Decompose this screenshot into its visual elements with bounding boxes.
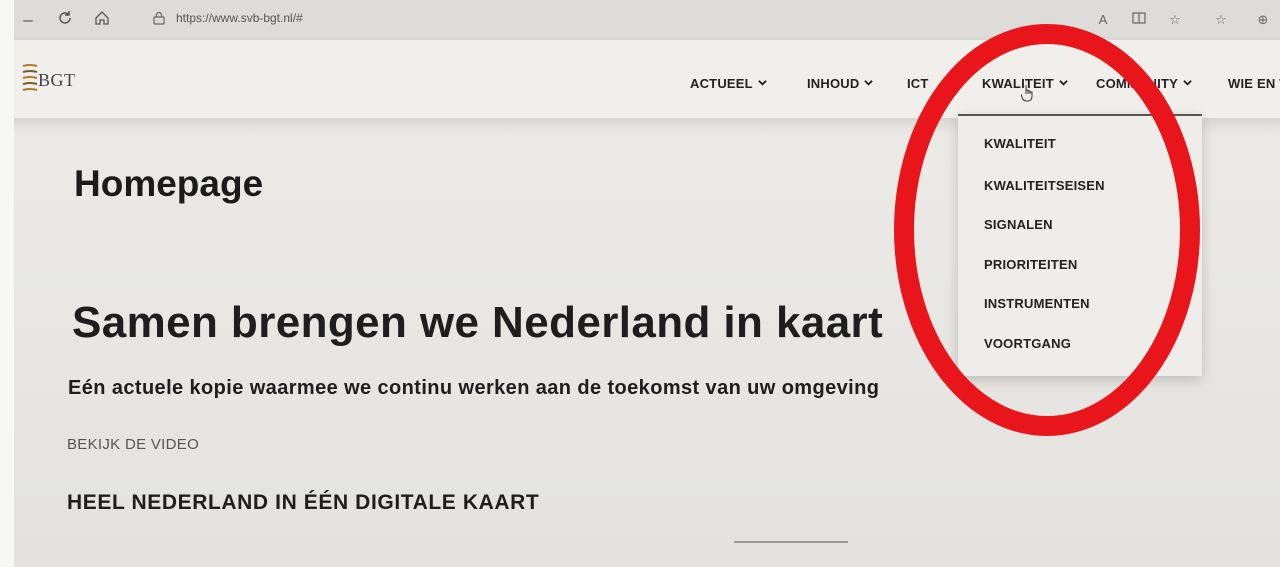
favorite-icon[interactable]: ☆ (1166, 11, 1184, 29)
chevron-down-icon (1183, 80, 1192, 86)
dropdown-item-kwaliteitseisen[interactable]: KWALITEITSEISEN (984, 178, 1105, 193)
menu-actueel[interactable]: ACTUEEL (690, 76, 767, 91)
browser-toolbar: – https://www.svb-bgt.nl/# A ☆ ☆ ⊕ (14, 0, 1280, 41)
dropdown-item-voortgang[interactable]: VOORTGANG (984, 336, 1071, 351)
dropdown-item-signalen[interactable]: SIGNALEN (984, 217, 1053, 232)
hero-subheading: Eén actuele kopie waarmee we continu wer… (68, 377, 880, 399)
menu-label: KWALITEIT (982, 76, 1054, 91)
carousel-indicator[interactable] (734, 541, 848, 543)
refresh-icon[interactable] (55, 10, 75, 30)
collections-icon[interactable]: ⊕ (1254, 11, 1272, 29)
menu-label: INHOUD (807, 76, 860, 91)
chevron-down-icon (864, 80, 874, 86)
menu-label: COMMUNITY (1096, 76, 1178, 91)
favorites-list-icon[interactable]: ☆ (1212, 11, 1230, 29)
read-aloud-icon[interactable]: A (1094, 11, 1112, 29)
section-heading: HEEL NEDERLAND IN ÉÉN DIGITALE KAART (67, 491, 540, 514)
menu-label: ICT (907, 76, 929, 91)
page-title: Homepage (74, 163, 264, 204)
site-logo[interactable]: B BGT (14, 58, 90, 98)
address-bar[interactable]: https://www.svb-bgt.nl/# (176, 11, 303, 25)
menu-label: ACTUEEL (690, 76, 753, 91)
menu-wie-en-wat[interactable]: WIE EN W (1228, 76, 1280, 91)
dropdown-item-instrumenten[interactable]: INSTRUMENTEN (984, 296, 1090, 311)
back-icon[interactable]: – (18, 10, 38, 30)
hero-heading: Samen brengen we Nederland in kaart (72, 298, 884, 347)
logo-stripes-icon (22, 64, 38, 91)
menu-label: WIE EN W (1228, 76, 1280, 91)
menu-inhoud[interactable]: INHOUD (807, 76, 874, 91)
dropdown-item-prioriteiten[interactable]: PRIORITEITEN (984, 257, 1077, 272)
dropdown-item-kwaliteit[interactable]: KWALITEIT (984, 136, 1056, 151)
hand-cursor-icon (1021, 85, 1033, 102)
logo-text: BGT (38, 70, 76, 90)
kwaliteit-dropdown-menu: KWALITEIT KWALITEITSEISEN SIGNALEN PRIOR… (958, 114, 1202, 376)
lock-icon[interactable] (152, 11, 166, 25)
screen-edge (0, 0, 14, 567)
home-icon[interactable] (92, 10, 112, 30)
reader-view-icon[interactable] (1130, 11, 1148, 29)
site-header: B BGT ACTUEEL INHOUD ICT KWALITEIT COMMU… (14, 40, 1280, 118)
watch-video-link[interactable]: BEKIJK DE VIDEO (67, 436, 199, 453)
menu-ict[interactable]: ICT (907, 76, 929, 91)
chevron-down-icon (758, 80, 767, 86)
menu-community[interactable]: COMMUNITY (1096, 76, 1192, 91)
chevron-down-icon (1059, 80, 1068, 86)
web-page: – https://www.svb-bgt.nl/# A ☆ ☆ ⊕ BGT A… (14, 0, 1280, 567)
